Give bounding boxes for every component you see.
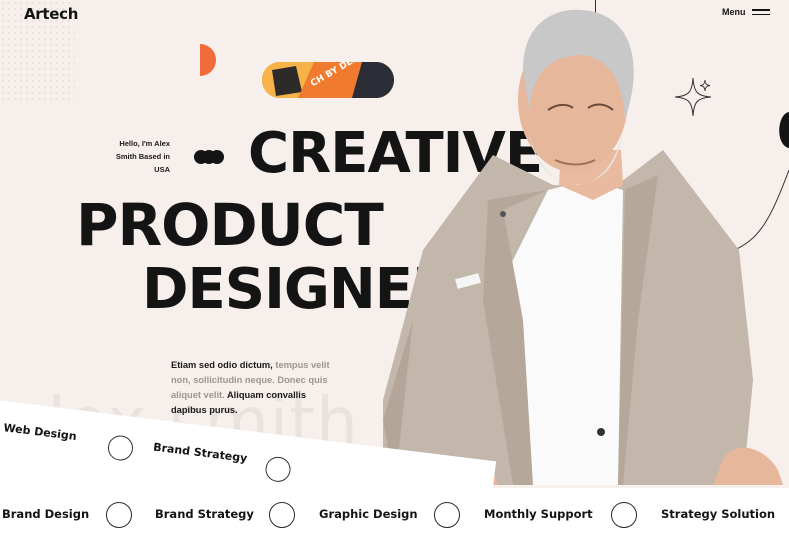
portrait-photo bbox=[383, 0, 789, 485]
marquee-item: Brand Design bbox=[2, 507, 90, 521]
description-part-1: Etiam sed odio dictum, bbox=[171, 360, 276, 370]
hero-pill-image: CH BY DESIG bbox=[262, 62, 394, 98]
orange-half-circle-decoration bbox=[200, 44, 216, 76]
circle-separator-icon bbox=[434, 502, 460, 528]
marquee-item: Strategy Solution bbox=[661, 507, 776, 521]
site-logo[interactable]: Artech bbox=[24, 5, 78, 23]
tilted-marquee-item: Brand Strategy bbox=[152, 440, 248, 465]
intro-text: Hello, I'm Alex Smith Based in USA bbox=[115, 139, 170, 174]
bottom-marquee: Brand Design Brand Strategy Graphic Desi… bbox=[0, 488, 789, 533]
headline-product: PRODUCT bbox=[76, 191, 384, 259]
marquee-item: Brand Strategy bbox=[155, 507, 254, 521]
circle-separator-icon bbox=[611, 502, 637, 528]
hero-description: Etiam sed odio dictum, tempus velit non,… bbox=[171, 358, 339, 418]
circle-separator-icon bbox=[106, 502, 132, 528]
tilted-marquee-item: Web Design bbox=[2, 421, 78, 444]
marquee-item: Monthly Support bbox=[484, 507, 593, 521]
circle-separator-icon bbox=[264, 455, 292, 484]
circle-separator-icon bbox=[269, 502, 295, 528]
circle-separator-icon bbox=[106, 434, 135, 462]
marquee-item: Graphic Design bbox=[319, 507, 418, 521]
